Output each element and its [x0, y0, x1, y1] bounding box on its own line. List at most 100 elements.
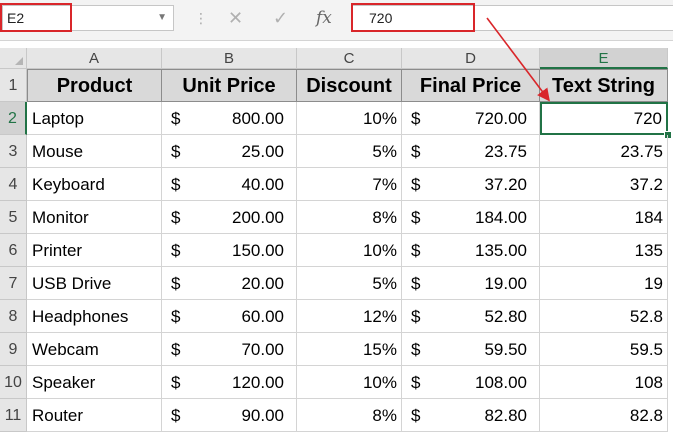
row-header-3[interactable]: 3: [0, 135, 27, 168]
header-cell[interactable]: Discount: [297, 69, 402, 102]
currency-symbol: $: [411, 142, 421, 161]
text-string-cell[interactable]: 37.2: [540, 168, 668, 201]
unit-price-cell[interactable]: $90.00: [162, 399, 297, 432]
final-price-cell[interactable]: $23.75: [402, 135, 540, 168]
final-price-cell[interactable]: $52.80: [402, 300, 540, 333]
final-price-cell[interactable]: $108.00: [402, 366, 540, 399]
final-price-cell[interactable]: $720.00: [402, 102, 540, 135]
row-header-9[interactable]: 9: [0, 333, 27, 366]
product-cell[interactable]: Mouse: [27, 135, 162, 168]
final-price-value: 37.20: [484, 175, 527, 194]
final-price-cell[interactable]: $37.20: [402, 168, 540, 201]
product-cell[interactable]: Printer: [27, 234, 162, 267]
unit-price-cell[interactable]: $25.00: [162, 135, 297, 168]
unit-price-cell[interactable]: $150.00: [162, 234, 297, 267]
currency-symbol: $: [411, 175, 421, 194]
discount-cell[interactable]: 15%: [297, 333, 402, 366]
row-header-11[interactable]: 11: [0, 399, 27, 432]
unit-price-cell[interactable]: $120.00: [162, 366, 297, 399]
discount-cell[interactable]: 5%: [297, 267, 402, 300]
row-header-6[interactable]: 6: [0, 234, 27, 267]
text-string-cell[interactable]: 23.75: [540, 135, 668, 168]
row-header-4[interactable]: 4: [0, 168, 27, 201]
discount-cell[interactable]: 10%: [297, 234, 402, 267]
name-box-highlight: [0, 3, 72, 32]
selected-cell-e2[interactable]: 720: [540, 102, 668, 135]
final-price-value: 184.00: [475, 208, 527, 227]
text-string-cell[interactable]: 59.5: [540, 333, 668, 366]
row-header-10[interactable]: 10: [0, 366, 27, 399]
column-header-e[interactable]: E: [540, 48, 668, 69]
unit-price-value: 25.00: [241, 142, 284, 161]
header-cell[interactable]: Text String: [540, 69, 668, 102]
unit-price-cell[interactable]: $20.00: [162, 267, 297, 300]
unit-price-value: 800.00: [232, 109, 284, 128]
text-string-cell[interactable]: 184: [540, 201, 668, 234]
product-cell[interactable]: Headphones: [27, 300, 162, 333]
row-header-5[interactable]: 5: [0, 201, 27, 234]
column-header-b[interactable]: B: [162, 48, 297, 69]
discount-cell[interactable]: 10%: [297, 366, 402, 399]
row-header-1[interactable]: 1: [0, 69, 27, 102]
final-price-value: 82.80: [484, 406, 527, 425]
formula-bar-grip-icon: ⋮: [194, 10, 208, 26]
currency-symbol: $: [411, 109, 421, 128]
header-cell[interactable]: Unit Price: [162, 69, 297, 102]
unit-price-cell[interactable]: $70.00: [162, 333, 297, 366]
discount-cell[interactable]: 7%: [297, 168, 402, 201]
product-cell[interactable]: Webcam: [27, 333, 162, 366]
discount-cell[interactable]: 10%: [297, 102, 402, 135]
column-header-a[interactable]: A: [27, 48, 162, 69]
unit-price-value: 70.00: [241, 340, 284, 359]
text-string-cell[interactable]: 52.8: [540, 300, 668, 333]
unit-price-value: 90.00: [241, 406, 284, 425]
final-price-cell[interactable]: $19.00: [402, 267, 540, 300]
product-cell[interactable]: Router: [27, 399, 162, 432]
unit-price-cell[interactable]: $40.00: [162, 168, 297, 201]
unit-price-value: 40.00: [241, 175, 284, 194]
final-price-cell[interactable]: $135.00: [402, 234, 540, 267]
enter-check-icon[interactable]: ✓: [273, 8, 288, 29]
discount-cell[interactable]: 5%: [297, 135, 402, 168]
final-price-value: 720.00: [475, 109, 527, 128]
discount-cell[interactable]: 8%: [297, 399, 402, 432]
select-all-corner[interactable]: [0, 48, 27, 69]
final-price-value: 19.00: [484, 274, 527, 293]
currency-symbol: $: [171, 208, 181, 227]
discount-cell[interactable]: 8%: [297, 201, 402, 234]
product-cell[interactable]: Keyboard: [27, 168, 162, 201]
currency-symbol: $: [171, 373, 181, 392]
product-cell[interactable]: USB Drive: [27, 267, 162, 300]
text-string-cell[interactable]: 108: [540, 366, 668, 399]
final-price-cell[interactable]: $59.50: [402, 333, 540, 366]
unit-price-cell[interactable]: $60.00: [162, 300, 297, 333]
unit-price-cell[interactable]: $800.00: [162, 102, 297, 135]
currency-symbol: $: [411, 373, 421, 392]
final-price-value: 52.80: [484, 307, 527, 326]
row-header-2[interactable]: 2: [0, 102, 27, 135]
header-cell[interactable]: Final Price: [402, 69, 540, 102]
product-cell[interactable]: Laptop: [27, 102, 162, 135]
row-header-8[interactable]: 8: [0, 300, 27, 333]
text-string-cell[interactable]: 135: [540, 234, 668, 267]
text-string-cell[interactable]: 19: [540, 267, 668, 300]
currency-symbol: $: [411, 406, 421, 425]
unit-price-cell[interactable]: $200.00: [162, 201, 297, 234]
text-string-cell[interactable]: 82.8: [540, 399, 668, 432]
discount-cell[interactable]: 12%: [297, 300, 402, 333]
final-price-cell[interactable]: $82.80: [402, 399, 540, 432]
product-cell[interactable]: Monitor: [27, 201, 162, 234]
currency-symbol: $: [171, 241, 181, 260]
column-header-c[interactable]: C: [297, 48, 402, 69]
function-icon[interactable]: fx: [316, 8, 332, 28]
row-header-7[interactable]: 7: [0, 267, 27, 300]
header-cell[interactable]: Product: [27, 69, 162, 102]
final-price-cell[interactable]: $184.00: [402, 201, 540, 234]
currency-symbol: $: [411, 241, 421, 260]
chevron-down-icon[interactable]: ▼: [157, 12, 167, 23]
cancel-icon[interactable]: ✕: [228, 8, 243, 29]
final-price-value: 135.00: [475, 241, 527, 260]
column-header-d[interactable]: D: [402, 48, 540, 69]
currency-symbol: $: [171, 274, 181, 293]
product-cell[interactable]: Speaker: [27, 366, 162, 399]
